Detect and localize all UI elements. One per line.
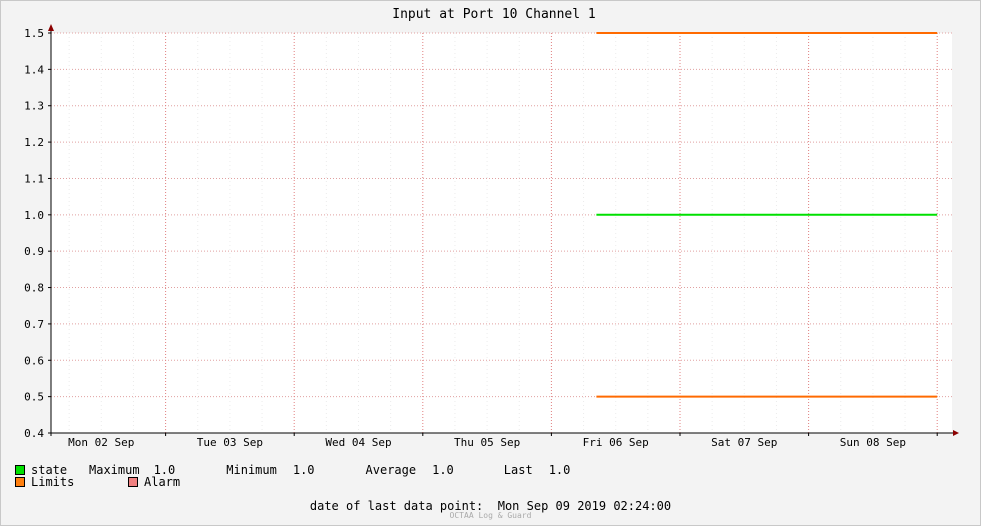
y-tick-label: 1.1 — [24, 172, 44, 185]
legend-min-label: Minimum — [226, 463, 277, 477]
y-axis-arrow — [48, 24, 54, 31]
x-tick-label: Sat 07 Sep — [711, 436, 777, 449]
x-tick-label: Fri 06 Sep — [583, 436, 649, 449]
y-tick-label: 0.6 — [24, 354, 44, 367]
state-swatch — [15, 465, 25, 475]
legend-row-limits: Limits Alarm — [15, 475, 180, 489]
legend-last-value: 1.0 — [548, 463, 571, 477]
y-tick-label: 0.7 — [24, 318, 44, 331]
limits-swatch — [15, 477, 25, 487]
y-tick-label: 0.5 — [24, 391, 44, 404]
plot-area — [51, 33, 952, 433]
credit-text: OCTAA Log & Guard — [449, 511, 532, 520]
alarm-swatch — [128, 477, 138, 487]
legend-alarm-label: Alarm — [144, 475, 181, 489]
chart: Input at Port 10 Channel 1 0.4 0.5 0.6 0.7 0… — [24, 7, 959, 449]
y-tick-label: 1.0 — [24, 209, 44, 222]
chart-title: Input at Port 10 Channel 1 — [392, 7, 596, 22]
legend-avg-label: Average — [365, 463, 417, 477]
legend-last-label: Last — [503, 463, 533, 477]
y-tick-label: 1.2 — [24, 136, 44, 149]
y-tick-label: 1.5 — [24, 27, 44, 40]
x-axis-arrow — [953, 430, 959, 436]
x-tick-label: Wed 04 Sep — [325, 436, 391, 449]
x-tick-label: Sun 08 Sep — [840, 436, 906, 449]
y-tick-label: 0.4 — [24, 427, 44, 440]
legend-avg-value: 1.0 — [432, 463, 454, 477]
x-tick-label: Mon 02 Sep — [68, 436, 134, 449]
y-tick-label: 0.8 — [24, 282, 44, 295]
y-tick-label: 1.4 — [24, 63, 44, 76]
legend-limits-label: Limits — [31, 475, 75, 489]
x-tick-label: Thu 05 Sep — [454, 436, 520, 449]
y-tick-label: 1.3 — [24, 100, 44, 113]
x-tick-label: Tue 03 Sep — [197, 436, 263, 449]
legend-min-value: 1.0 — [292, 463, 315, 477]
y-tick-label: 0.9 — [24, 245, 44, 258]
